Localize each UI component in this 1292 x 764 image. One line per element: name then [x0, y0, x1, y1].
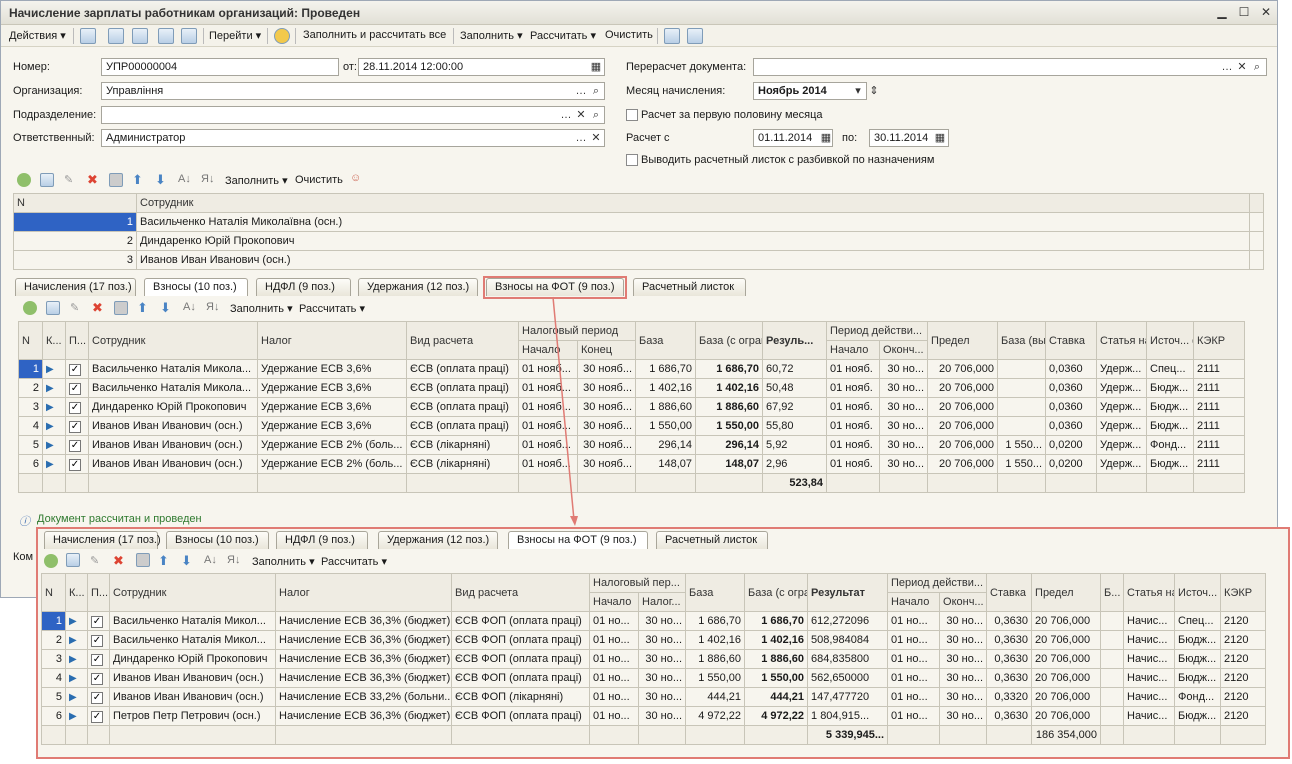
- move-down-icon[interactable]: ⬇: [181, 553, 192, 569]
- move-up-icon[interactable]: ⬆: [158, 553, 169, 569]
- limit-total: 186 354,000: [1031, 725, 1102, 745]
- add-icon[interactable]: [44, 554, 58, 568]
- fot-calculate-menu[interactable]: Рассчитать ▾: [321, 555, 387, 568]
- table-row[interactable]: 5 ▶ ✓ Иванов Иван Иванович (осн.) Начисление…: [41, 687, 1267, 707]
- fot-callout: Начисления (17 поз.) Взносы (10 поз.) НД…: [36, 527, 1290, 759]
- tab-contributions[interactable]: Взносы (10 поз.): [166, 531, 269, 549]
- accrual-flag-icon: ▶: [69, 654, 77, 665]
- accrual-flag-icon: ▶: [69, 711, 77, 722]
- active-checkbox[interactable]: ✓: [91, 634, 103, 647]
- sort-desc-icon[interactable]: Я↓: [227, 554, 240, 566]
- tab-deductions[interactable]: Удержания (12 поз.): [378, 531, 498, 549]
- fot-table: NК...П... а... СотрудникНалогВид расчета…: [41, 573, 1267, 745]
- active-checkbox[interactable]: ✓: [91, 710, 103, 723]
- tab-accruals[interactable]: Начисления (17 поз.): [44, 531, 161, 549]
- fot-fill-menu[interactable]: Заполнить ▾: [252, 555, 315, 568]
- table-row[interactable]: 1 ▶ ✓ Васильченко Наталія Микол... Начислени…: [41, 611, 1267, 631]
- sort-asc-icon[interactable]: A↓: [204, 554, 217, 566]
- accrual-flag-icon: ▶: [69, 616, 77, 627]
- active-checkbox[interactable]: ✓: [91, 691, 103, 704]
- tab-ndfl[interactable]: НДФЛ (9 поз.): [276, 531, 368, 549]
- edit-icon[interactable]: ✎: [90, 554, 99, 567]
- totals-row: 5 339,945... 186 354,000: [41, 725, 1267, 745]
- end-edit-icon[interactable]: [136, 553, 150, 567]
- active-checkbox[interactable]: ✓: [91, 615, 103, 628]
- active-checkbox[interactable]: ✓: [91, 653, 103, 666]
- copy-row-icon[interactable]: [66, 553, 80, 567]
- tab-fot-contributions[interactable]: Взносы на ФОТ (9 поз.): [508, 531, 648, 549]
- accrual-flag-icon: ▶: [69, 635, 77, 646]
- table-row[interactable]: 3 ▶ ✓ Диндаренко Юрій Прокопович Начисление …: [41, 649, 1267, 669]
- table-row[interactable]: 6 ▶ ✓ Петров Петр Петрович (осн.) Начисление…: [41, 706, 1267, 726]
- delete-icon[interactable]: ✖: [113, 553, 124, 569]
- active-checkbox[interactable]: ✓: [91, 672, 103, 685]
- accrual-flag-icon: ▶: [69, 673, 77, 684]
- table-row[interactable]: 4 ▶ ✓ Иванов Иван Иванович (осн.) Начисление…: [41, 668, 1267, 688]
- result-total: 5 339,945...: [807, 725, 889, 745]
- accrual-flag-icon: ▶: [69, 692, 77, 703]
- table-row[interactable]: 2 ▶ ✓ Васильченко Наталія Микол... Начислени…: [41, 630, 1267, 650]
- tab-payslip[interactable]: Расчетный листок: [656, 531, 768, 549]
